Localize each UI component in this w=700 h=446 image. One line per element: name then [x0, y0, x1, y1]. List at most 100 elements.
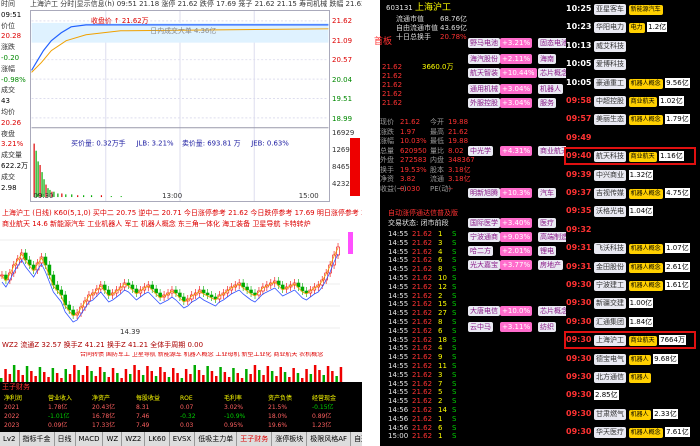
concept-tag[interactable]: 明新旭腾 [468, 188, 500, 198]
kline-candle [201, 289, 206, 294]
limit-up-item[interactable]: 09:30 上海沪工 商业航天 7664万 [564, 331, 696, 350]
limit-up-item[interactable]: 10:23 华阳电力 电力 1.2亿 [566, 20, 700, 34]
top-info-label: 流通市值 [396, 15, 424, 23]
limit-up-stock: 中兴商业 [594, 169, 627, 181]
concept-tag[interactable]: 通用机械 [468, 84, 500, 94]
bottom-tab[interactable]: WZ [103, 432, 123, 446]
limit-up-item[interactable]: 10:13 威艾科技 [566, 39, 700, 53]
concept-tag[interactable]: 宁波通商 [468, 232, 500, 242]
intraday-chart[interactable]: 日内成交大单 4.36亿收盘价 ↑ 21.62万买价量: 0.32万手 JLB: … [30, 10, 330, 202]
kline-concepts: 商业航天 14.6 新能源汽车 工业机器人 军工 机器人概念 东三角一体化 海工… [0, 220, 362, 230]
bottom-tab[interactable]: EVSX [170, 432, 196, 446]
bottom-tab[interactable]: 自选股 [351, 432, 362, 446]
limit-up-item[interactable]: 10:05 爱博科技 [566, 57, 700, 71]
concept-tag[interactable]: 外服控股 [468, 98, 500, 108]
bottom-tab[interactable]: WZ2 [122, 432, 146, 446]
limit-up-item[interactable]: 09:57 美丽生态 机器人概念 1.79亿 [566, 112, 700, 126]
limit-up-concept: 新能源汽车 [628, 5, 663, 15]
bottom-tab[interactable]: 王子财务 [237, 432, 273, 446]
concept-tag[interactable]: 国际医学 [468, 218, 500, 228]
volume-bar [270, 371, 274, 382]
limit-up-item[interactable]: 09:30 新疆交建 1.00亿 [566, 296, 700, 310]
bottom-tab[interactable]: Lv2 [0, 432, 20, 446]
volume-bar [124, 369, 128, 382]
finance-cell: 营业收入 [48, 395, 73, 402]
limit-up-time: 10:23 [566, 22, 592, 32]
volume-bar [65, 194, 67, 198]
info-label: 夜盘 [1, 129, 15, 138]
tick-price: 21.62 [412, 282, 433, 291]
info-label: 09:51 [1, 10, 22, 19]
tick-price: 21.62 [412, 388, 433, 397]
limit-up-item[interactable]: 09:31 金田股份 机器人概念 2.61亿 [566, 260, 700, 274]
concept-tag[interactable]: 大唐电信 [468, 306, 500, 316]
limit-up-item[interactable]: 09:30 甘肃燃气 机器人 2.33亿 [566, 407, 700, 421]
bottom-tab[interactable]: 低吸主力单 [195, 432, 238, 446]
info-label: 成交量 [1, 151, 22, 160]
volume-bar [339, 367, 343, 382]
stat-value: 1.97 [400, 127, 416, 136]
kline-header: 上海沪工 (日线) K60(5,1,0) 买中二 20.75 逆中二 20.71… [0, 208, 362, 220]
finance-cell: 每股收益 [136, 395, 161, 402]
concept-tag[interactable]: 光大嘉宝 [468, 260, 500, 270]
limit-up-item[interactable]: 09:37 吉视传媒 机器人概念 4.75亿 [566, 186, 700, 200]
concept-tag[interactable]: 航天智装 [468, 68, 500, 78]
concept-tag[interactable]: 云中马 [468, 322, 493, 332]
finance-cell: 7.49 [136, 422, 150, 429]
volume-bar [17, 370, 20, 382]
concept-tag[interactable]: 哈二方 [468, 246, 493, 256]
bottom-tab[interactable]: 日线 [55, 432, 76, 446]
limit-up-item[interactable]: 09:30 2.85亿 [566, 388, 700, 402]
limit-up-list[interactable]: 10:25 亚星客车 新能源汽车 10:23 华阳电力 电力 1.2亿 10:13… [564, 0, 700, 446]
limit-up-item[interactable]: 09:31 飞沃科技 机器人概念 1.07亿 [566, 241, 700, 255]
bottom-tab[interactable]: 极限风格AF [307, 432, 352, 446]
limit-up-concept: 机器人概念 [628, 244, 663, 255]
limit-up-item[interactable]: 09:35 沃格光电 1.04亿 [566, 204, 700, 218]
volume-bar [61, 193, 63, 198]
kline-candle [209, 294, 214, 298]
sell-price: 21.62 [382, 81, 403, 89]
finance-title[interactable]: 王子财务 [0, 382, 362, 394]
concept-pct: +3.21% [500, 38, 533, 48]
price-tick-label: 21.09 [332, 36, 353, 45]
limit-up-item[interactable]: 09:58 中超控股 商业航天 1.02亿 [566, 94, 700, 108]
bottom-tab[interactable]: MACD [76, 432, 104, 446]
limit-up-candle [348, 232, 353, 254]
limit-up-stock: 美丽生态 [594, 114, 627, 126]
finance-cell: 2023 [4, 422, 20, 429]
limit-up-stock: 甘肃燃气 [594, 408, 627, 420]
limit-up-item[interactable]: 09:32 [566, 223, 700, 237]
limit-up-item[interactable]: 09:30 德宝电气 机器人 9.68亿 [566, 352, 700, 366]
tick-time: 14:56 [388, 406, 409, 414]
limit-up-concept: 机器人 [628, 354, 651, 365]
limit-up-time: 09:49 [566, 132, 592, 142]
limit-up-item[interactable]: 09:30 汇通集团 1.84亿 [566, 315, 700, 329]
concept-tag[interactable]: 中光学 [468, 146, 493, 156]
volume-bar [331, 371, 334, 382]
limit-up-time: 09:30 [566, 372, 592, 381]
limit-up-item[interactable]: 09:40 航天科技 商业航天 1.16亿 [564, 147, 696, 166]
limit-up-item[interactable]: 10:25 亚星客车 新能源汽车 [566, 2, 700, 16]
limit-up-item[interactable]: 09:30 北方通信 机器人 [566, 370, 700, 384]
kline-chart[interactable]: 14.39 [0, 230, 362, 340]
limit-up-item[interactable]: 09:30 宁波建工 机器人概念 1.61亿 [566, 278, 700, 292]
concept-tag[interactable]: 野马电池 [468, 38, 500, 48]
limit-up-time: 09:35 [566, 206, 592, 216]
concept-tag[interactable]: 海汽股份 [468, 54, 500, 64]
limit-up-concept: 机器人 [628, 373, 651, 383]
bottom-tab[interactable]: 涨停板块 [272, 432, 308, 446]
limit-up-amount: 9.56亿 [665, 77, 690, 88]
volume-bar [120, 196, 122, 198]
bottom-tab[interactable]: LK60 [145, 432, 170, 446]
volume-bar [77, 370, 80, 382]
volume-bar [232, 368, 235, 382]
limit-up-amount: 2.61亿 [665, 261, 690, 272]
limit-up-item[interactable]: 09:49 [566, 131, 700, 145]
concept-sub: 房地产 [538, 260, 563, 270]
bottom-tab[interactable]: 指标千金 [20, 432, 55, 446]
limit-up-stock: 新疆交建 [594, 298, 627, 310]
limit-up-item[interactable]: 09:30 华天医疗 机器人概念 7.61亿 [566, 425, 700, 439]
limit-up-item[interactable]: 09:39 中兴商业 1.32亿 [566, 168, 700, 182]
limit-up-item[interactable]: 10:05 豪通重工 机器人概念 9.56亿 [566, 76, 700, 90]
tick-price: 21.62 [412, 230, 433, 238]
